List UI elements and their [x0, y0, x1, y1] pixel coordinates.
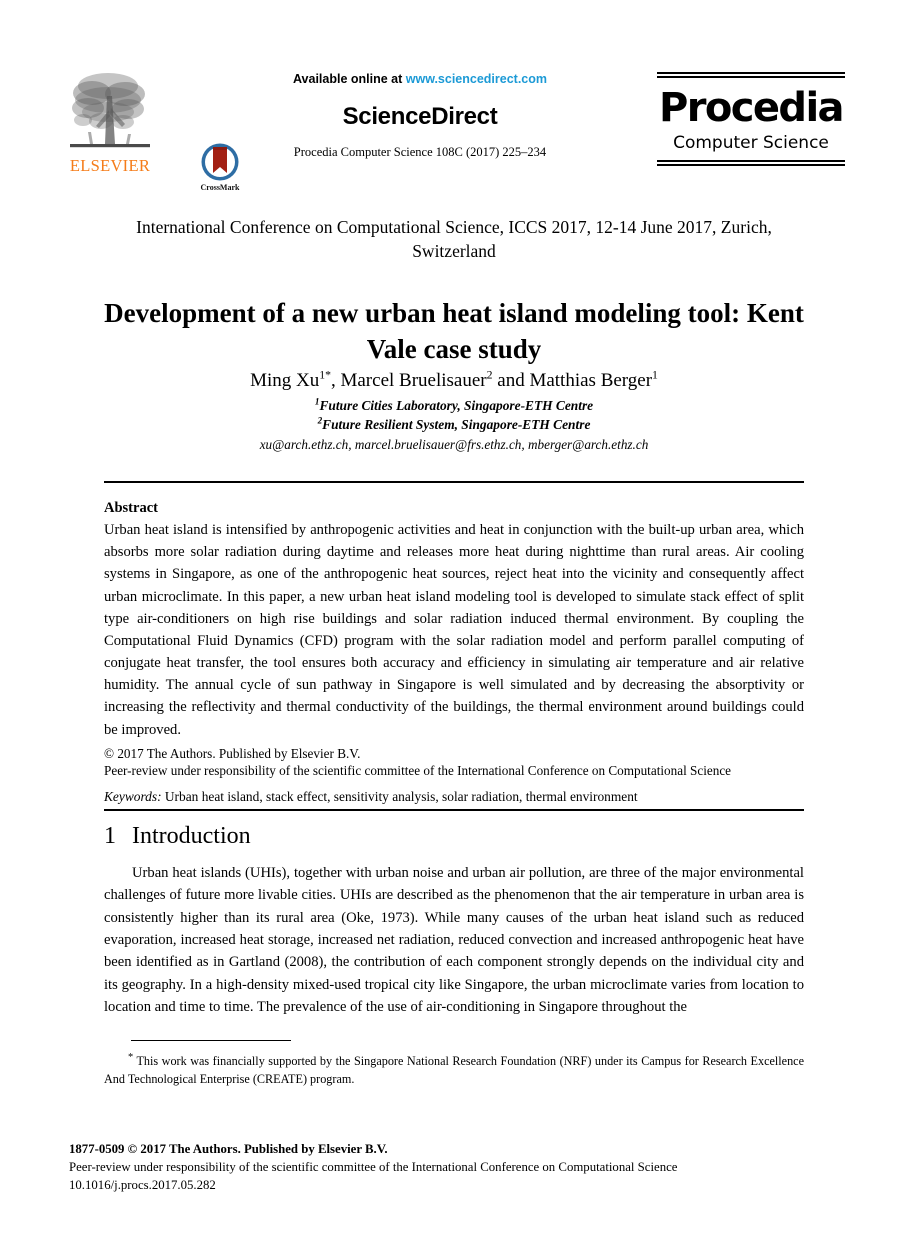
footnote-text: * This work was financially supported by…	[104, 1052, 804, 1088]
author-list: Ming Xu1*, Marcel Bruelisauer2 and Matth…	[104, 368, 804, 393]
author-name-2: Marcel Bruelisauer	[340, 370, 487, 391]
footer-peer-review-line: Peer-review under responsibility of the …	[69, 1160, 678, 1175]
section-title: Introduction	[132, 823, 251, 849]
abstract-heading: Abstract	[104, 500, 158, 516]
procedia-subtitle: Computer Science	[673, 133, 829, 153]
author-name-3: Matthias Berger	[529, 370, 653, 391]
procedia-top-rule	[657, 72, 845, 78]
sciencedirect-block: Available online at www.sciencedirect.co…	[255, 72, 585, 160]
procedia-bottom-rule	[657, 160, 845, 167]
elsevier-wordmark: ELSEVIER	[69, 156, 151, 175]
footer-issn-line: 1877-0509 © 2017 The Authors. Published …	[69, 1142, 388, 1156]
footer-doi-line: 10.1016/j.procs.2017.05.282	[69, 1178, 216, 1193]
keywords-line: Keywords: Urban heat island, stack effec…	[104, 789, 804, 805]
crossmark-label: CrossMark	[200, 183, 240, 192]
section-heading-introduction: 1 Introduction	[104, 823, 251, 850]
abstract-top-rule	[104, 481, 804, 483]
affiliation-item: 2Future Resilient System, Singapore-ETH …	[104, 415, 804, 434]
keywords-label: Keywords:	[104, 789, 162, 804]
masthead: ELSEVIER CrossMark Available online at w…	[0, 58, 907, 192]
affiliation-item: 1Future Cities Laboratory, Singapore-ETH…	[104, 396, 804, 415]
available-online-line: Available online at www.sciencedirect.co…	[255, 72, 585, 86]
author-sup-3: 1	[652, 368, 658, 382]
affiliation-list: 1Future Cities Laboratory, Singapore-ETH…	[104, 396, 804, 434]
author-emails[interactable]: xu@arch.ethz.ch, marcel.bruelisauer@frs.…	[104, 437, 804, 453]
affiliation-text: Future Resilient System, Singapore-ETH C…	[322, 417, 591, 433]
keywords-bottom-rule	[104, 809, 804, 811]
author-sup-1: 1*	[319, 368, 331, 382]
crossmark-badge[interactable]: CrossMark	[189, 142, 251, 208]
peer-review-line: Peer-review under responsibility of the …	[104, 763, 732, 778]
keywords-value: Urban heat island, stack effect, sensiti…	[161, 789, 638, 804]
conference-line: International Conference on Computationa…	[136, 217, 772, 261]
journal-citation: Procedia Computer Science 108C (2017) 22…	[293, 145, 547, 159]
author-separator-2: and	[492, 370, 530, 391]
author-name-1: Ming Xu	[250, 370, 320, 391]
procedia-wordmark: Procedia	[659, 85, 845, 131]
available-online-prefix: Available online at	[292, 72, 406, 86]
page-title: Development of a new urban heat island m…	[104, 298, 804, 364]
elsevier-logo: ELSEVIER	[62, 66, 158, 184]
footnote-body: This work was financially supported by t…	[104, 1054, 804, 1087]
abstract-body: Urban heat island is intensified by anth…	[104, 522, 804, 738]
section-number: 1	[104, 823, 116, 849]
sciencedirect-url-link[interactable]: www.sciencedirect.com	[406, 72, 547, 86]
crossmark-icon	[201, 143, 239, 181]
sciencedirect-wordmark: ScienceDirect	[342, 103, 498, 130]
elsevier-tree-icon	[70, 73, 150, 148]
section-body-introduction: Urban heat islands (UHIs), together with…	[104, 865, 804, 1015]
affiliation-text: Future Cities Laboratory, Singapore-ETH …	[319, 398, 594, 413]
page-footer: 1877-0509 © 2017 The Authors. Published …	[69, 1140, 829, 1194]
paper-page: ELSEVIER CrossMark Available online at w…	[0, 0, 907, 1238]
footnote-separator-rule	[131, 1040, 291, 1041]
procedia-logo: Procedia Computer Science	[657, 72, 845, 167]
